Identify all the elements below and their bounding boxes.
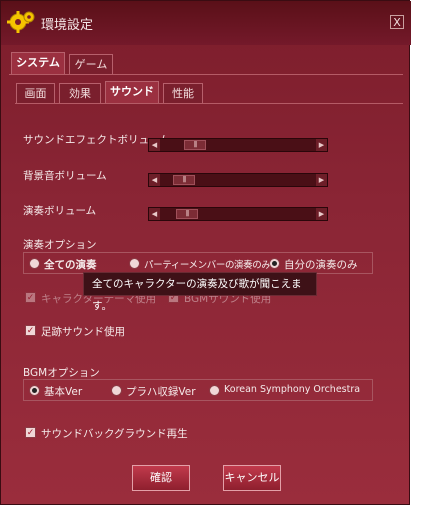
tab-game[interactable]: ゲーム [69, 54, 113, 74]
radio-prague-ver[interactable] [111, 385, 122, 396]
tab-label: ゲーム [74, 58, 108, 71]
slider-thumb[interactable]: ||| [176, 209, 198, 219]
window-title: 環境設定 [41, 18, 94, 33]
radio-label: Korean Symphony Orchestra [224, 384, 361, 395]
close-button[interactable]: X [390, 15, 404, 29]
tab-label: 画面 [24, 87, 47, 100]
arrow-right-icon[interactable]: ▶ [316, 174, 327, 186]
radio-party-only[interactable] [129, 258, 140, 269]
tab-display[interactable]: 画面 [16, 83, 55, 103]
bgm-volume-label: 背景音ボリューム [23, 170, 107, 182]
radio-dot [272, 261, 277, 266]
radio-label: 自分の演奏のみ [284, 259, 358, 271]
slider-thumb[interactable]: ||| [184, 140, 206, 150]
performance-volume-slider[interactable]: ◀ ||| ▶ [148, 207, 328, 221]
radio-label: 基本Ver [44, 386, 83, 398]
arrow-left-icon[interactable]: ◀ [149, 139, 160, 151]
slider-thumb[interactable]: ||| [173, 175, 195, 185]
footstep-sound-checkbox[interactable]: ✓ [25, 325, 36, 336]
title-bar[interactable]: 環境設定 X [1, 1, 411, 45]
tab-sound[interactable]: サウンド [105, 81, 159, 103]
performance-option-label: 演奏オプション [23, 239, 97, 251]
tab-label: サウンド [110, 85, 154, 98]
gear-icon [7, 11, 35, 33]
background-sound-checkbox[interactable]: ✓ [25, 427, 36, 438]
radio-label: プラハ収録Ver [126, 386, 196, 398]
check-icon: ✓ [26, 293, 35, 303]
radio-korean-symphony[interactable] [209, 385, 220, 396]
arrow-right-icon[interactable]: ▶ [316, 208, 327, 220]
bgm-option-label: BGMオプション [23, 367, 100, 379]
bgm-volume-slider[interactable]: ◀ ||| ▶ [148, 173, 328, 187]
cancel-button[interactable]: キャンセル [223, 465, 281, 491]
check-icon: ✓ [26, 326, 35, 336]
performance-volume-label: 演奏ボリューム [23, 205, 97, 217]
tab-label: 効果 [69, 87, 91, 100]
arrow-left-icon[interactable]: ◀ [149, 174, 160, 186]
tab-performance[interactable]: 性能 [163, 83, 203, 103]
tab-effects[interactable]: 効果 [59, 83, 101, 103]
tooltip: 全てのキャラクターの演奏及び歌が聞こえます。 [83, 272, 317, 312]
sfx-volume-slider[interactable]: ◀ ||| ▶ [148, 138, 328, 152]
radio-label: パーティーメンバーの演奏のみ [144, 260, 271, 271]
radio-self-only[interactable] [269, 258, 280, 269]
background-sound-label: サウンドバックグラウンド再生 [41, 428, 188, 440]
tab-label: システム [16, 56, 60, 69]
footstep-sound-label: 足跡サウンド使用 [41, 326, 125, 338]
arrow-right-icon[interactable]: ▶ [316, 139, 327, 151]
radio-label: 全ての演奏 [44, 259, 97, 271]
character-theme-checkbox[interactable]: ✓ [25, 292, 36, 303]
tab-label: 性能 [172, 87, 194, 100]
settings-window: 環境設定 X システム ゲーム 画面 効果 サウンド 性能 サウンドエフェクトボ… [0, 0, 411, 505]
radio-dot [32, 388, 37, 393]
tab-system[interactable]: システム [11, 52, 65, 74]
radio-all-performances[interactable] [29, 258, 40, 269]
radio-basic-ver[interactable] [29, 385, 40, 396]
check-icon: ✓ [26, 428, 35, 438]
ok-button[interactable]: 確認 [132, 465, 190, 491]
arrow-left-icon[interactable]: ◀ [149, 208, 160, 220]
divider [9, 74, 403, 75]
divider [15, 103, 403, 104]
